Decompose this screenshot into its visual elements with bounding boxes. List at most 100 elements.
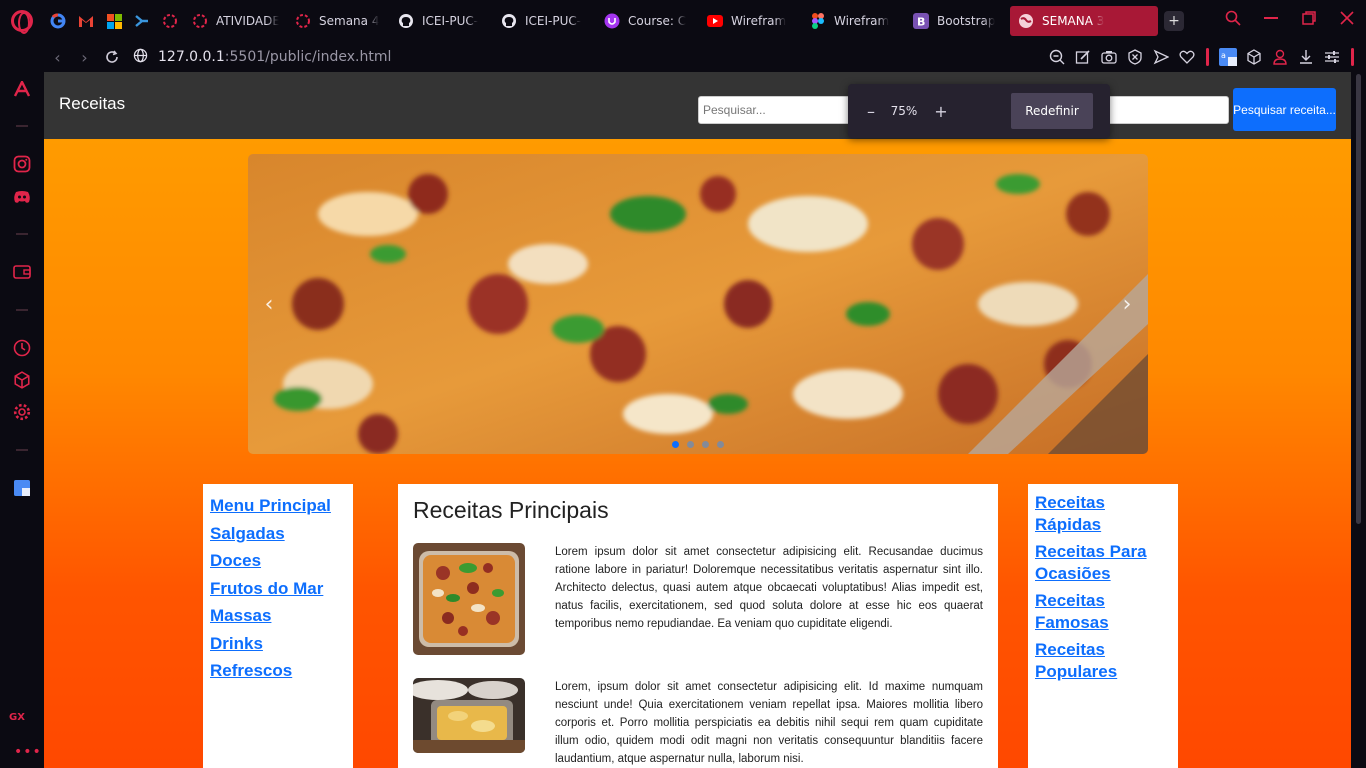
udemy-icon <box>604 13 620 29</box>
carousel-indicator[interactable] <box>672 441 679 448</box>
history-icon[interactable] <box>11 337 33 359</box>
tab-github-1[interactable]: ICEI-PUC- <box>390 6 493 36</box>
edit-icon[interactable] <box>1072 46 1094 68</box>
page-viewport: Receitas Pesquisar receita... – 75% + Re… <box>44 72 1351 768</box>
menu-link-frutos-do-mar[interactable]: Frutos do Mar <box>210 575 346 603</box>
menu-link-ocasioes[interactable]: Receitas Para Ocasiões <box>1035 541 1171 584</box>
close-icon[interactable] <box>1328 0 1366 36</box>
menu-link-principal[interactable]: Menu Principal <box>210 492 346 520</box>
tab-semana-3-active[interactable]: SEMANA 3 <box>1010 6 1158 36</box>
microsoft-icon[interactable] <box>100 0 128 42</box>
search-icon[interactable] <box>1214 0 1252 36</box>
discord-icon[interactable] <box>11 186 33 208</box>
gear-icon[interactable] <box>11 401 33 423</box>
recipe-image[interactable] <box>413 678 525 753</box>
main-recipes-panel: Receitas Principais Lorem ipsum dolor si… <box>398 484 998 768</box>
search-recipe-button[interactable]: Pesquisar receita... <box>1233 88 1336 131</box>
url-host: 127.0.0.1 <box>158 49 225 65</box>
menu-link-refrescos[interactable]: Refrescos <box>210 657 346 685</box>
window-controls <box>1214 0 1366 36</box>
recipe-description: Lorem, ipsum dolor sit amet consectetur … <box>555 681 983 765</box>
carousel-food-image <box>248 154 1148 454</box>
tab-label: Wirefram <box>731 14 787 28</box>
restore-icon[interactable] <box>1290 0 1328 36</box>
tab-label: Bootstrap <box>937 14 996 28</box>
cube-icon[interactable] <box>11 369 33 391</box>
youtube-icon <box>707 13 723 29</box>
cube-icon[interactable] <box>1243 46 1265 68</box>
gmail-icon[interactable] <box>72 0 100 42</box>
scrollbar-thumb[interactable] <box>1356 74 1361 524</box>
github-icon <box>501 13 517 29</box>
menu-link-drinks[interactable]: Drinks <box>210 630 346 658</box>
right-category-menu: Receitas Rápidas Receitas Para Ocasiões … <box>1028 484 1178 768</box>
minimize-icon[interactable] <box>1252 0 1290 36</box>
zoom-plus-button[interactable]: + <box>928 98 954 124</box>
menu-link-salgadas[interactable]: Salgadas <box>210 520 346 548</box>
separator <box>16 309 28 311</box>
heart-icon[interactable] <box>1176 46 1198 68</box>
vscode-share-icon[interactable] <box>128 0 156 42</box>
url-path: :5501/public/index.html <box>224 49 392 65</box>
globe-icon <box>1018 13 1034 29</box>
reload-icon[interactable] <box>98 42 125 72</box>
separator <box>16 449 28 451</box>
page-scrollbar[interactable] <box>1351 72 1366 768</box>
opera-ring-icon <box>295 13 311 29</box>
tab-bootstrap[interactable]: B Bootstrap <box>905 6 1008 36</box>
carousel-indicator[interactable] <box>702 441 709 448</box>
translate-icon[interactable] <box>11 477 33 499</box>
tab-course[interactable]: Course: C <box>596 6 699 36</box>
profile-icon[interactable] <box>1269 46 1291 68</box>
carousel-prev-button[interactable]: ‹ <box>254 289 284 319</box>
more-icon[interactable]: ••• <box>14 744 42 760</box>
tab-wireframe-figma[interactable]: Wirefram <box>802 6 905 36</box>
bootstrap-icon: B <box>913 13 929 29</box>
zoom-minus-button[interactable]: – <box>858 98 884 124</box>
back-icon[interactable]: ‹ <box>44 42 71 72</box>
menu-link-rapidas[interactable]: Receitas Rápidas <box>1035 492 1171 535</box>
zoom-popup: – 75% + Redefinir <box>848 84 1110 138</box>
left-category-menu: Menu Principal Salgadas Doces Frutos do … <box>203 484 353 768</box>
url-field[interactable]: 127.0.0.1:5501/public/index.html <box>133 48 391 67</box>
opera-logo-icon[interactable] <box>0 0 44 42</box>
menu-link-famosas[interactable]: Receitas Famosas <box>1035 590 1171 633</box>
carousel-next-button[interactable]: › <box>1112 289 1142 319</box>
wallet-icon[interactable] <box>11 261 33 283</box>
opera-ring-icon[interactable] <box>156 0 184 42</box>
tab-semana-4[interactable]: Semana 4 <box>287 6 390 36</box>
forward-icon[interactable]: › <box>71 42 98 72</box>
address-bar-tools: a <box>1046 42 1358 72</box>
menu-link-massas[interactable]: Massas <box>210 602 346 630</box>
send-icon[interactable] <box>1150 46 1172 68</box>
menu-link-populares[interactable]: Receitas Populares <box>1035 639 1171 682</box>
tab-label: ICEI-PUC- <box>422 14 479 28</box>
gx-corner-icon[interactable]: GX <box>9 712 25 723</box>
menu-link-doces[interactable]: Doces <box>210 547 346 575</box>
settings-sliders-icon[interactable] <box>1321 46 1343 68</box>
zoom-level: 75% <box>890 104 918 118</box>
pinned-tabs <box>44 0 184 42</box>
carousel-indicator[interactable] <box>687 441 694 448</box>
google-icon[interactable] <box>44 0 72 42</box>
download-icon[interactable] <box>1295 46 1317 68</box>
zoom-out-icon[interactable] <box>1046 46 1068 68</box>
search-input-secondary[interactable] <box>1106 96 1229 124</box>
tab-wireframe-youtube[interactable]: Wirefram <box>699 6 802 36</box>
svg-text:B: B <box>917 16 925 29</box>
instagram-icon[interactable] <box>11 153 33 175</box>
zoom-reset-button[interactable]: Redefinir <box>1011 93 1093 129</box>
new-tab-button[interactable]: + <box>1164 11 1184 31</box>
site-title[interactable]: Receitas <box>59 94 125 114</box>
globe-icon <box>133 48 148 67</box>
tab-github-2[interactable]: ICEI-PUC- <box>493 6 596 36</box>
recipe-item: Lorem ipsum dolor sit amet consectetur a… <box>413 543 983 655</box>
carousel-indicator[interactable] <box>717 441 724 448</box>
camera-icon[interactable] <box>1098 46 1120 68</box>
recipe-image[interactable] <box>413 543 525 655</box>
tab-atividade[interactable]: ATIVIDADE <box>184 6 287 36</box>
aria-icon[interactable] <box>11 78 33 100</box>
translate-icon[interactable]: a <box>1217 46 1239 68</box>
adblock-icon[interactable] <box>1124 46 1146 68</box>
search-input[interactable] <box>698 96 858 124</box>
